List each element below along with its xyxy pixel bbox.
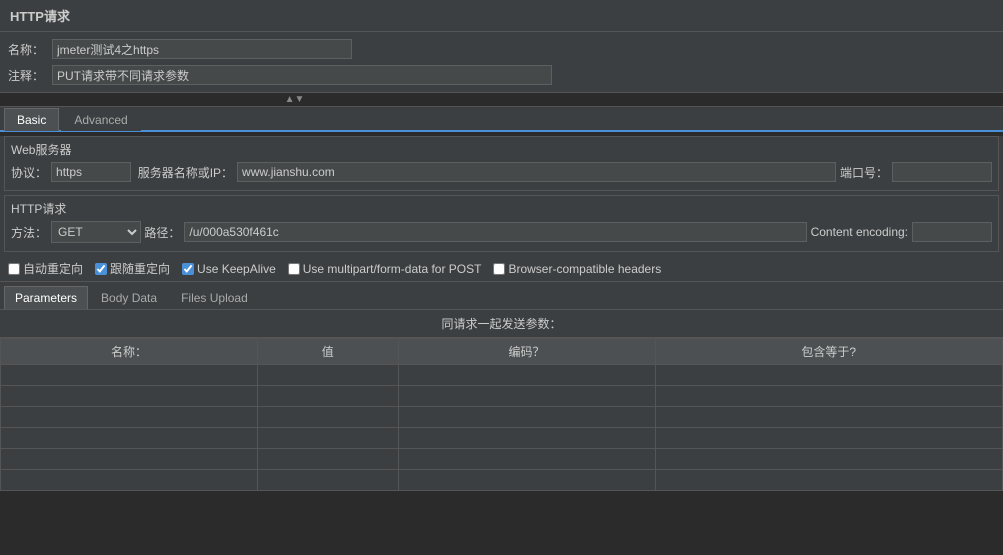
table-row (1, 386, 1003, 407)
table-row (1, 428, 1003, 449)
protocol-input[interactable] (51, 162, 131, 182)
encoding-input[interactable] (912, 222, 992, 242)
follow-redirect-input[interactable] (95, 263, 107, 275)
browser-headers-checkbox[interactable]: Browser-compatible headers (493, 262, 661, 276)
cell-encode (398, 365, 655, 386)
cell-value (257, 449, 398, 470)
browser-headers-input[interactable] (493, 263, 505, 275)
cell-name (1, 470, 258, 491)
cell-include (655, 365, 1002, 386)
all-sections: Web服务器 协议： 服务器名称或IP： 端口号： HTTP请求 方法： GET… (0, 136, 1003, 491)
auto-redirect-label: 自动重定向 (23, 260, 83, 277)
http-request-section: HTTP请求 方法： GET POST PUT DELETE HEAD OPTI… (4, 195, 999, 252)
comment-label: 注释： (8, 67, 48, 84)
cell-name (1, 428, 258, 449)
form-section: 名称： 注释： (0, 32, 1003, 93)
tab-body-data[interactable]: Body Data (90, 286, 168, 309)
cell-include (655, 470, 1002, 491)
path-input[interactable] (184, 222, 806, 242)
cell-encode (398, 386, 655, 407)
multipart-input[interactable] (288, 263, 300, 275)
tab-advanced[interactable]: Advanced (61, 108, 140, 131)
table-row (1, 365, 1003, 386)
port-input[interactable] (892, 162, 992, 182)
cell-include (655, 449, 1002, 470)
main-tabs: Basic Advanced (0, 107, 1003, 132)
method-select[interactable]: GET POST PUT DELETE HEAD OPTIONS PATCH T… (51, 221, 141, 243)
path-label: 路径： (144, 224, 180, 241)
multipart-checkbox[interactable]: Use multipart/form-data for POST (288, 262, 482, 276)
table-row (1, 449, 1003, 470)
parameters-table-section: 同请求一起发送参数： 名称： 值 编码？ 包含等于? (0, 310, 1003, 491)
keepalive-label: Use KeepAlive (197, 262, 276, 276)
comment-row: 注释： (8, 62, 995, 88)
cell-include (655, 386, 1002, 407)
follow-redirect-label: 跟随重定向 (110, 260, 170, 277)
cell-name (1, 386, 258, 407)
cell-value (257, 428, 398, 449)
server-label: 服务器名称或IP： (138, 164, 233, 181)
window-header: HTTP请求 (0, 0, 1003, 32)
method-label: 方法： (11, 224, 47, 241)
web-server-title: Web服务器 (11, 141, 992, 158)
table-row (1, 470, 1003, 491)
table-row (1, 407, 1003, 428)
cell-value (257, 470, 398, 491)
cell-value (257, 407, 398, 428)
cell-name (1, 407, 258, 428)
name-label: 名称： (8, 41, 48, 58)
cell-name (1, 365, 258, 386)
cell-include (655, 428, 1002, 449)
cell-value (257, 386, 398, 407)
http-request-title: HTTP请求 (11, 200, 992, 217)
method-path-row: 方法： GET POST PUT DELETE HEAD OPTIONS PAT… (11, 221, 992, 243)
col-encode: 编码？ (398, 339, 655, 365)
cell-value (257, 365, 398, 386)
auto-redirect-checkbox[interactable]: 自动重定向 (8, 260, 83, 277)
name-row: 名称： (8, 36, 995, 62)
parameters-header: 同请求一起发送参数： (0, 310, 1003, 338)
keepalive-input[interactable] (182, 263, 194, 275)
window-title: HTTP请求 (10, 9, 70, 24)
inner-tabs: Parameters Body Data Files Upload (0, 286, 1003, 310)
cell-encode (398, 428, 655, 449)
tab-files-upload[interactable]: Files Upload (170, 286, 259, 309)
cell-encode (398, 407, 655, 428)
cell-include (655, 407, 1002, 428)
multipart-label: Use multipart/form-data for POST (303, 262, 482, 276)
follow-redirect-checkbox[interactable]: 跟随重定向 (95, 260, 170, 277)
cell-encode (398, 470, 655, 491)
tab-parameters[interactable]: Parameters (4, 286, 88, 309)
server-field-row: 协议： 服务器名称或IP： 端口号： (11, 162, 992, 182)
col-value: 值 (257, 339, 398, 365)
col-include: 包含等于? (655, 339, 1002, 365)
keepalive-checkbox[interactable]: Use KeepAlive (182, 262, 276, 276)
port-label: 端口号： (840, 164, 888, 181)
divider: ▲▼ (0, 93, 1003, 107)
checkboxes-row: 自动重定向 跟随重定向 Use KeepAlive Use multipart/… (0, 256, 1003, 282)
auto-redirect-input[interactable] (8, 263, 20, 275)
parameters-table: 名称： 值 编码？ 包含等于? (0, 338, 1003, 491)
cell-name (1, 449, 258, 470)
protocol-label: 协议： (11, 164, 47, 181)
comment-input[interactable] (52, 65, 552, 85)
col-name: 名称： (1, 339, 258, 365)
cell-encode (398, 449, 655, 470)
tab-basic[interactable]: Basic (4, 108, 59, 131)
browser-headers-label: Browser-compatible headers (508, 262, 661, 276)
web-server-section: Web服务器 协议： 服务器名称或IP： 端口号： (4, 136, 999, 191)
server-input[interactable] (237, 162, 836, 182)
name-input[interactable] (52, 39, 352, 59)
content-encoding-label: Content encoding: (811, 225, 908, 239)
